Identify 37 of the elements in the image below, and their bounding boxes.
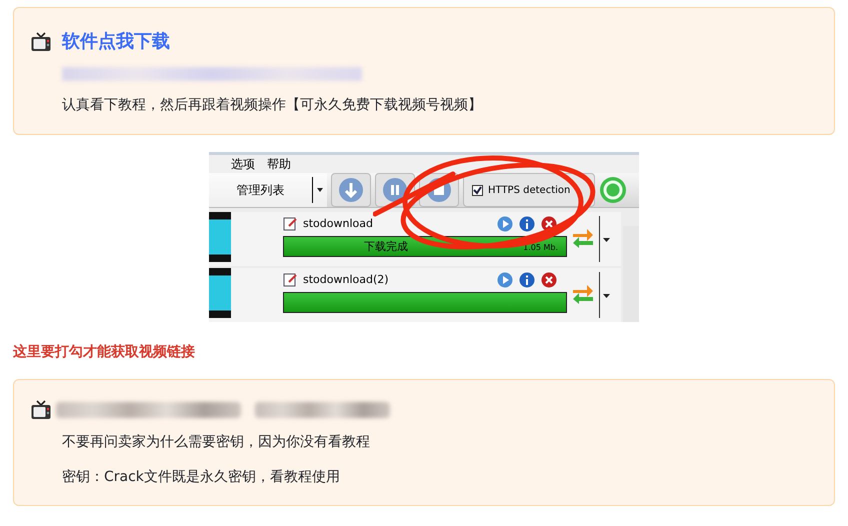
stop-icon [426, 177, 452, 203]
download-icon [338, 177, 364, 203]
caret-icon [317, 188, 323, 192]
info-icon[interactable] [519, 272, 535, 288]
checkbox[interactable] [472, 184, 483, 196]
download-link[interactable]: 软件点我下载 [62, 28, 170, 55]
swap-arrows-icon[interactable] [571, 226, 595, 250]
notepad-icon [283, 217, 297, 232]
notepad-icon [283, 273, 297, 288]
caret-icon[interactable] [603, 294, 610, 298]
callout-text: 认真看下教程，然后再跟着视频操作【可永久免费下载视频号视频】 [61, 96, 483, 115]
delete-icon[interactable] [541, 216, 557, 232]
caret-icon[interactable] [603, 238, 610, 242]
download-row[interactable]: stodownload(2) [209, 268, 621, 322]
menu-item[interactable]: 选项 [231, 155, 255, 173]
delete-icon[interactable] [541, 272, 557, 288]
menu-item[interactable]: 帮助 [267, 155, 291, 173]
checkbox-label: HTTPS detection [488, 184, 570, 198]
play-icon[interactable] [497, 272, 513, 288]
play-icon[interactable] [497, 216, 513, 232]
file-name: stodownload [303, 216, 373, 232]
refresh-icon[interactable] [599, 176, 627, 204]
progress-status: 下载完成 [364, 238, 408, 254]
annotation-note: 这里要打勾才能获取视频链接 [13, 342, 196, 362]
tv-icon [30, 399, 52, 421]
info-icon[interactable] [519, 216, 535, 232]
tv-icon [30, 30, 52, 52]
callout-text: 不要再问卖家为什么需要密钥，因为你没有看教程 [61, 433, 371, 452]
toolbar-button[interactable] [331, 173, 371, 207]
check-icon [473, 186, 482, 194]
pause-icon [382, 177, 408, 203]
callout-text: 密钥：Crack文件既是永久密钥，看教程使用 [61, 468, 341, 487]
list-dropdown[interactable]: 管理列表 [209, 173, 327, 207]
swap-arrows-icon[interactable] [571, 282, 595, 306]
video-thumbnail [209, 268, 231, 318]
file-name: stodownload(2) [303, 272, 389, 288]
video-thumbnail [209, 212, 231, 262]
